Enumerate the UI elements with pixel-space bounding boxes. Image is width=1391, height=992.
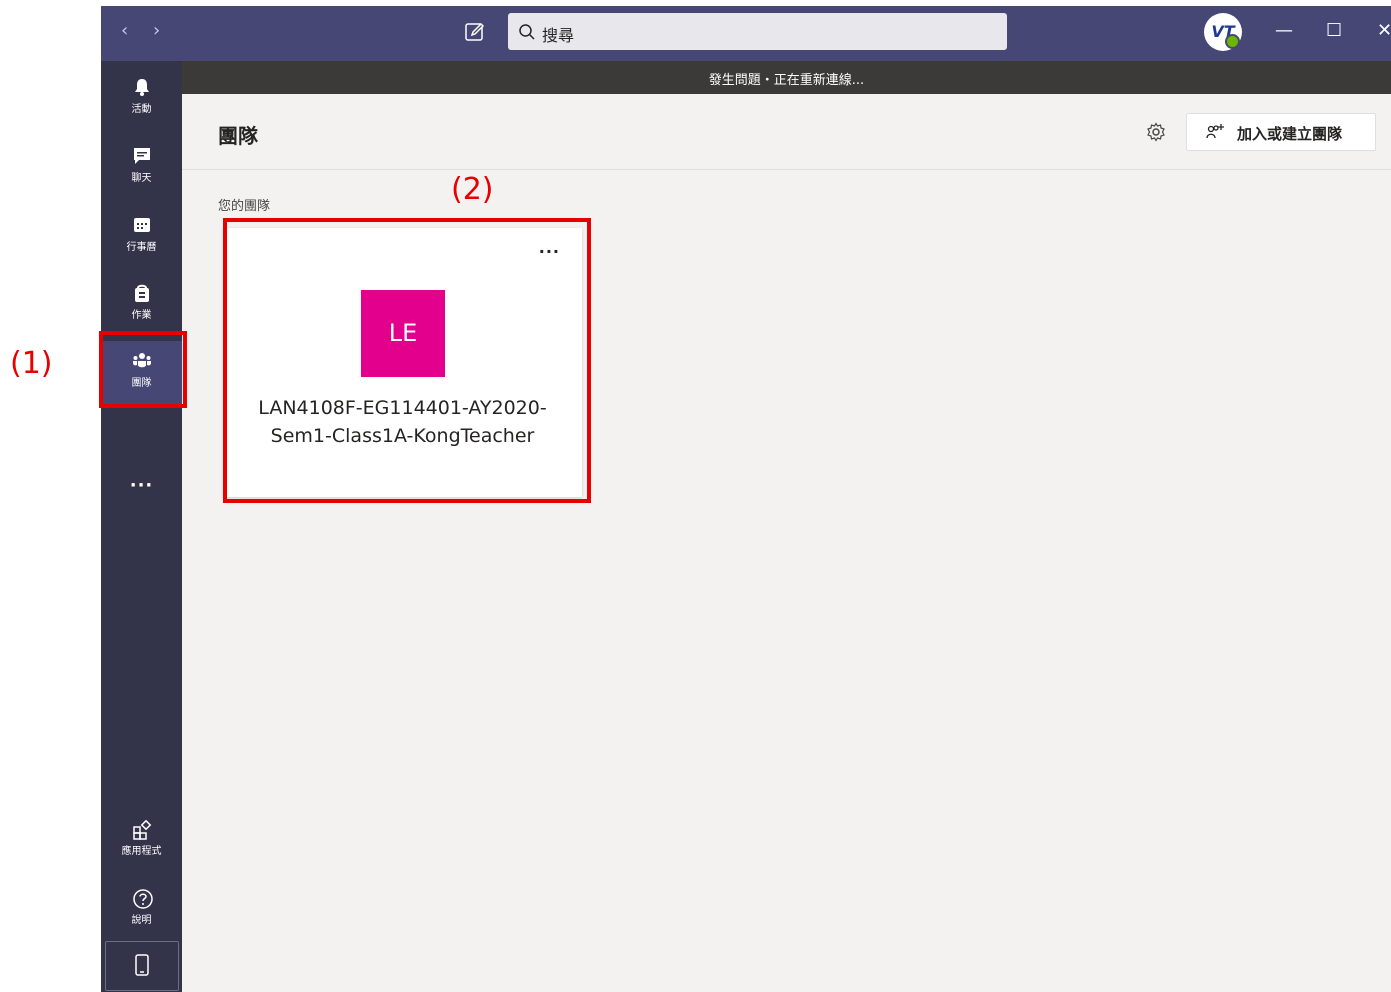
assignments-icon [135, 284, 149, 302]
rail-label-assignments: 作業 [131, 310, 152, 321]
annotation-label-2: (2) [451, 172, 494, 207]
rail-item-assignments[interactable]: 作業 [101, 273, 182, 335]
download-mobile-button[interactable] [105, 941, 179, 991]
rail-label-apps: 應用程式 [121, 846, 162, 857]
banner-text: 發生問題・正在重新連線... [708, 73, 865, 88]
presence-available-icon [1225, 34, 1240, 49]
phone-icon [135, 954, 149, 976]
join-or-create-team-button[interactable]: 加入或建立團隊 [1186, 113, 1376, 151]
join-button-label: 加入或建立團隊 [1237, 125, 1343, 143]
close-button[interactable]: ✕ [1377, 19, 1391, 43]
back-button[interactable]: ‹ [121, 20, 128, 42]
rail-item-help[interactable]: 說明 [101, 878, 182, 940]
rail-label-chat: 聊天 [131, 173, 152, 184]
help-icon [133, 889, 153, 909]
more-apps-button[interactable]: ··· [101, 475, 182, 496]
add-team-icon [1206, 124, 1224, 139]
profile-avatar[interactable]: VT [1204, 13, 1242, 51]
reconnect-banner: 發生問題・正在重新連線... [182, 61, 1391, 94]
rail-item-apps[interactable]: 應用程式 [101, 809, 182, 871]
rail-item-activity[interactable]: 活動 [101, 67, 182, 129]
rail-label-help: 說明 [131, 915, 152, 926]
highlight-box-2 [223, 218, 591, 503]
chat-icon [134, 148, 150, 164]
gear-icon[interactable] [1146, 122, 1166, 142]
minimize-button[interactable]: — [1275, 19, 1293, 43]
search-placeholder: 搜尋 [542, 26, 575, 45]
compose-icon[interactable] [464, 21, 486, 43]
search-icon [519, 24, 535, 40]
page-title: 團隊 [218, 124, 258, 148]
header-divider [182, 169, 1391, 170]
rail-item-chat[interactable]: 聊天 [101, 136, 182, 198]
highlight-box-1 [99, 331, 187, 408]
rail-label-activity: 活動 [131, 104, 152, 115]
apps-icon [133, 819, 152, 840]
annotation-label-1: (1) [10, 346, 53, 381]
title-bar: ‹ › 搜尋 VT — ☐ ✕ [101, 6, 1391, 61]
forward-button[interactable]: › [153, 20, 160, 42]
search-box[interactable]: 搜尋 [508, 13, 1007, 50]
rail-item-calendar[interactable]: 行事曆 [101, 205, 182, 267]
rail-label-calendar: 行事曆 [126, 242, 157, 253]
calendar-icon [134, 218, 150, 232]
section-label-your-teams: 您的團隊 [218, 199, 271, 214]
app-bar: 活動 聊天 行事曆 作業 團隊 ··· 應用程式 說明 [101, 61, 182, 992]
bell-icon [135, 79, 149, 96]
maximize-button[interactable]: ☐ [1326, 19, 1342, 43]
